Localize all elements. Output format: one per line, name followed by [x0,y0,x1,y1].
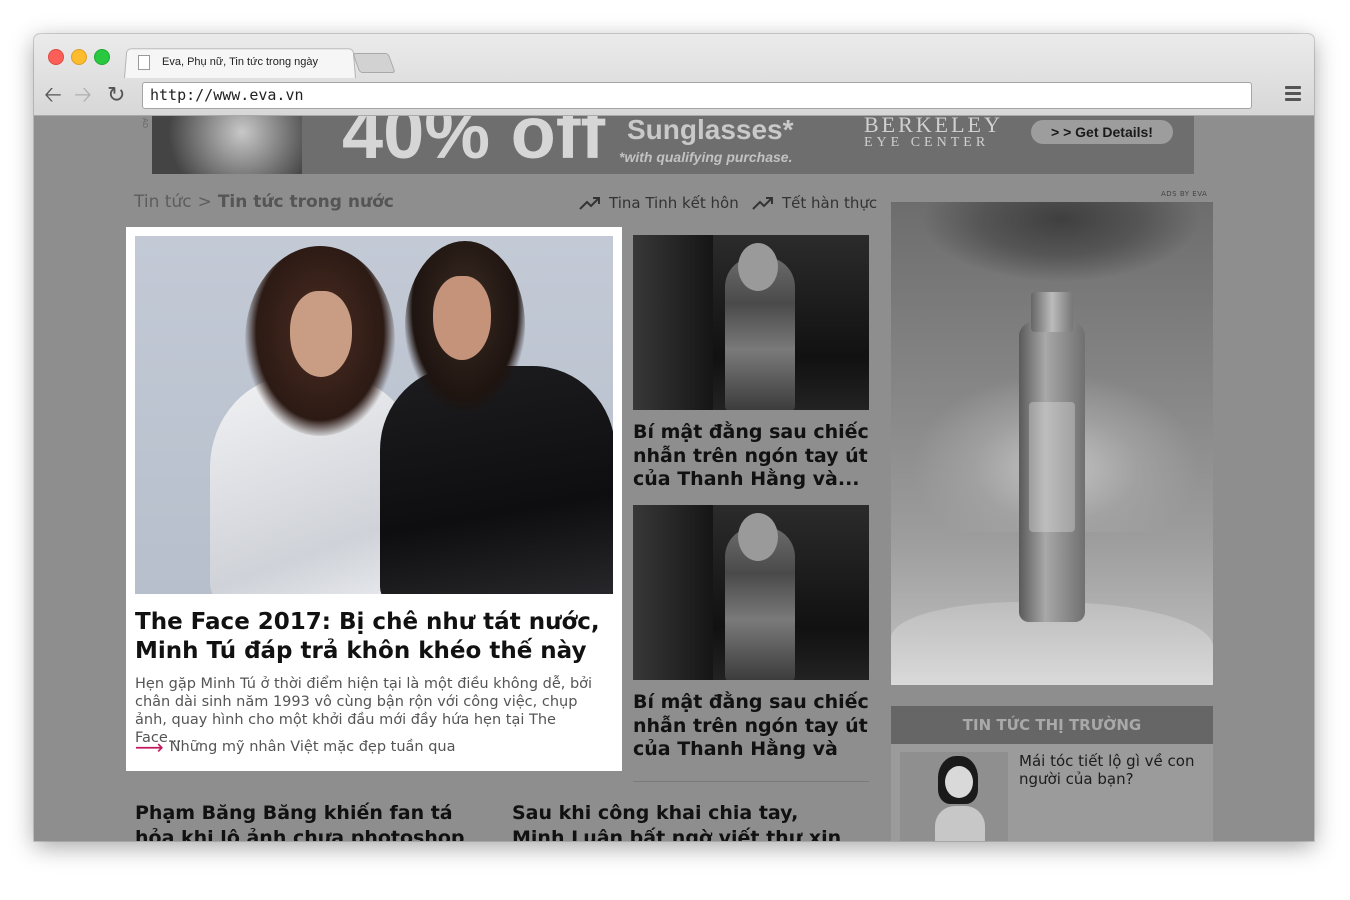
market-news-box: TIN TỨC THỊ TRƯỜNG Mái tóc tiết lộ gì về… [891,706,1213,841]
divider [633,781,869,782]
side-article-image-2[interactable] [633,505,869,680]
banner-ad[interactable]: 40% off Sunglasses* *with qualifying pur… [152,116,1194,174]
breadcrumb-current[interactable]: Tin tức trong nước [218,192,394,212]
trending-up-icon [752,197,773,210]
related-link-label: Những mỹ nhân Việt mặc đẹp tuần qua [169,739,456,755]
close-window-button[interactable] [48,49,64,65]
related-article-link[interactable]: ⟶ Những mỹ nhân Việt mặc đẹp tuần qua [135,735,456,759]
banner-model-image [152,116,302,174]
model-face [290,291,352,377]
browser-window: Eva, Phụ nữ, Tin tức trong ngày 🡠 🡢 ↻ ht… [34,34,1314,841]
reload-icon[interactable]: ↻ [107,85,125,107]
banner-qualifier: *with qualifying purchase. [619,149,793,165]
model-black-dress [380,366,613,594]
trending-up-icon [579,197,600,210]
model-face [433,276,491,360]
page-icon [138,54,150,70]
bottom-article-title-1[interactable]: Phạm Băng Băng khiến fan tá hỏa khi lộ ả… [135,801,485,841]
minimize-window-button[interactable] [71,49,87,65]
forward-arrow-icon[interactable]: 🡢 [74,85,92,107]
featured-article-description: Hẹn gặp Minh Tú ở thời điểm hiện tại là … [135,676,593,746]
page-viewport: AD 40% off Sunglasses* *with qualifying … [34,116,1314,841]
banner-brand-subtitle: EYE CENTER [864,135,990,150]
trending-link-1[interactable]: Tina Tinh kết hôn [579,194,739,212]
breadcrumb-separator: > [197,192,212,212]
address-bar[interactable]: http://www.eva.vn [142,82,1252,109]
hamburger-menu-icon[interactable] [1285,86,1301,104]
browser-tab[interactable]: Eva, Phụ nữ, Tin tức trong ngày [130,48,350,76]
side-article-image-1[interactable] [633,235,869,410]
market-item-thumbnail[interactable] [900,752,1008,841]
banner-discount: 40% off [342,116,606,174]
featured-article-title[interactable]: The Face 2017: Bị chê như tát nước, Minh… [135,608,605,666]
banner-cta-button[interactable]: > > Get Details! [1031,120,1173,144]
trending-link-2[interactable]: Tết hàn thực [752,194,877,212]
browser-chrome: Eva, Phụ nữ, Tin tức trong ngày 🡠 🡢 ↻ ht… [34,34,1314,116]
maximize-window-button[interactable] [94,49,110,65]
market-news-header: TIN TỨC THỊ TRƯỜNG [891,706,1213,744]
ads-by-label: ADS BY EVA [1161,190,1208,198]
market-item-title[interactable]: Mái tóc tiết lộ gì về con người của bạn? [1019,752,1204,788]
bottom-article-title-2[interactable]: Sau khi công khai chia tay, Minh Luân bấ… [512,801,852,841]
new-tab-button[interactable] [352,53,396,73]
featured-article-card[interactable]: The Face 2017: Bị chê như tát nước, Minh… [126,227,622,771]
featured-article-image[interactable] [135,236,613,594]
back-arrow-icon[interactable]: 🡠 [44,85,62,107]
side-article-title-2[interactable]: Bí mật đằng sau chiếc nhẫn trên ngón tay… [633,691,873,762]
arrow-right-icon: ⟶ [135,735,164,759]
tab-title: Eva, Phụ nữ, Tin tức trong ngày [162,56,318,68]
sidebar-ad-image[interactable] [891,202,1213,685]
trending-label: Tết hàn thực [782,194,878,212]
banner-product: Sunglasses* [627,116,794,145]
trending-label: Tina Tinh kết hôn [609,194,739,212]
side-article-title-1[interactable]: Bí mật đằng sau chiếc nhẫn trên ngón tay… [633,421,873,492]
ad-marker: AD [141,118,149,129]
breadcrumb-root[interactable]: Tin tức [134,192,192,212]
breadcrumb: Tin tức > Tin tức trong nước [134,192,394,212]
